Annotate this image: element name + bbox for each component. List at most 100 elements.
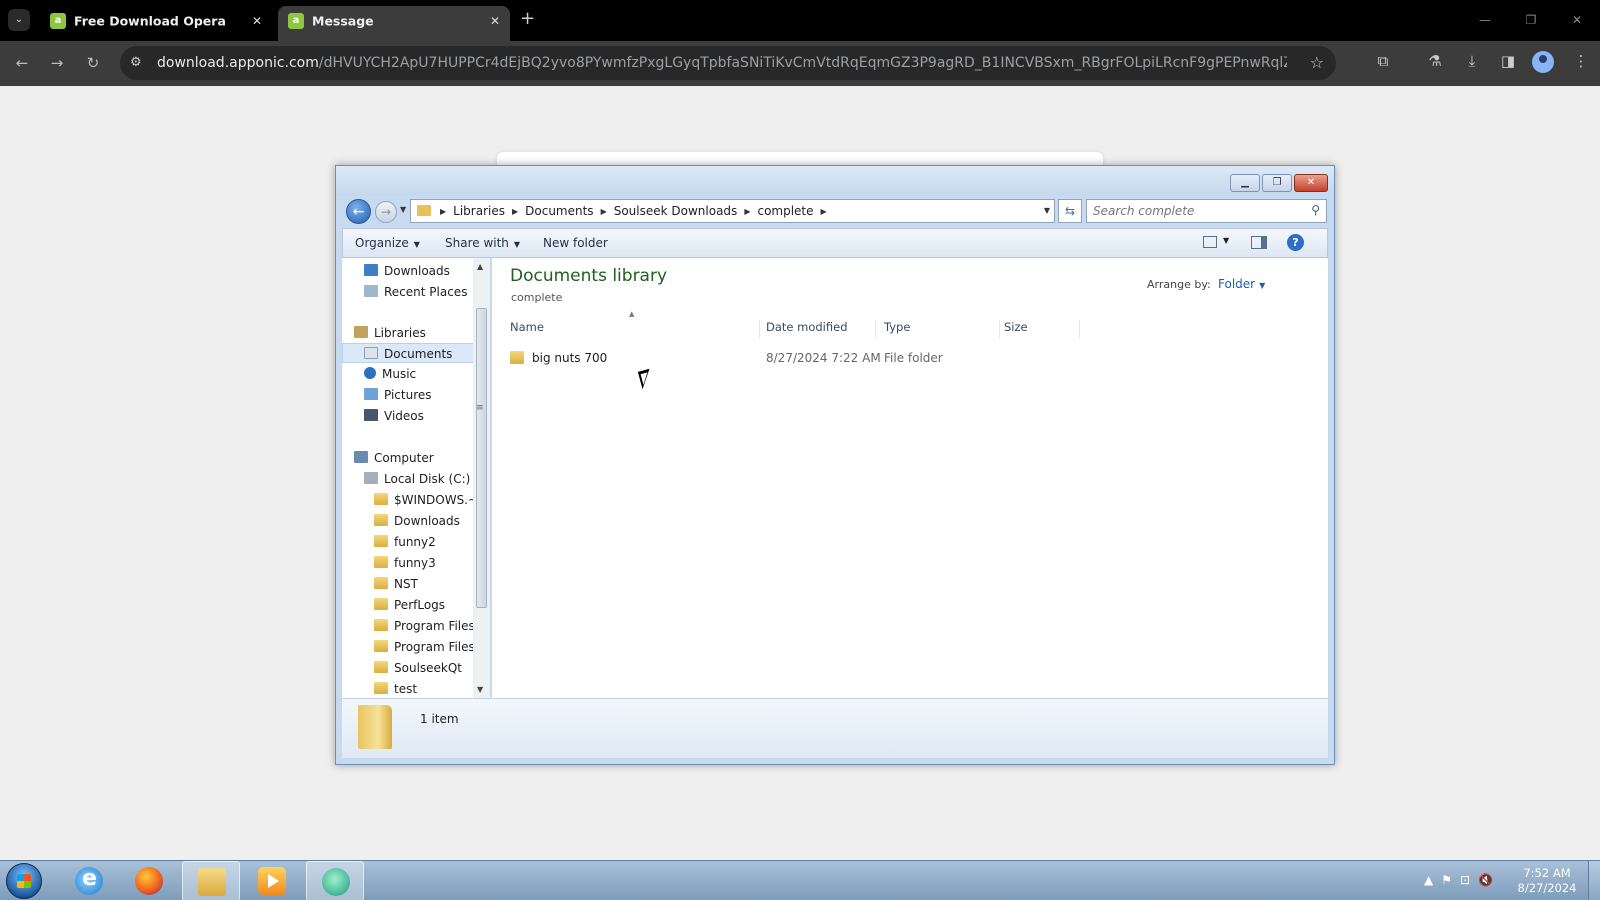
column-header-type[interactable]: Type (884, 320, 1000, 338)
browser-window-controls: — ❐ ✕ (1462, 0, 1600, 41)
explorer-address-bar[interactable]: ▶ Libraries ▶ Documents ▶ Soulseek Downloads ▶… (410, 199, 1055, 223)
scrollbar-thumb[interactable] (476, 308, 487, 608)
address-bar[interactable]: ⚙ download.apponic.com/dHVUYCH2ApU7HUPPC… (120, 46, 1336, 80)
explorer-close-button[interactable]: ✕ (1294, 174, 1328, 192)
share-with-button[interactable]: Share with ▼ (445, 229, 520, 259)
back-arrow-icon[interactable]: ← (11, 52, 33, 74)
explorer-forward-button[interactable]: → (375, 201, 397, 223)
nav-item-downloads[interactable]: Downloads (364, 261, 450, 281)
organize-button[interactable]: Organize ▼ (355, 229, 420, 259)
profile-avatar-icon[interactable] (1532, 51, 1554, 73)
nav-folder-item[interactable]: Program Files ( (374, 637, 483, 657)
url-text[interactable]: download.apponic.com/dHVUYCH2ApU7HUPPCr4… (157, 46, 1287, 80)
download-icon[interactable]: ⤓ (1461, 52, 1483, 70)
taskbar-soulseek[interactable] (306, 861, 364, 900)
help-icon[interactable]: ? (1287, 234, 1304, 251)
change-view-icon[interactable] (1203, 236, 1217, 248)
show-hidden-icons-icon[interactable]: ▲ (1424, 873, 1433, 887)
volume-muted-icon[interactable]: 🔇 (1478, 873, 1493, 887)
forward-arrow-icon[interactable]: → (46, 52, 68, 74)
address-history-dropdown-icon[interactable]: ▼ (1044, 200, 1050, 222)
labs-flask-icon[interactable]: ⚗ (1424, 52, 1446, 70)
search-icon[interactable]: ⚲ (1311, 203, 1320, 217)
breadcrumb-chevron-icon[interactable]: ▶ (821, 207, 827, 216)
recent-pages-chevron-icon[interactable]: ▼ (400, 205, 406, 214)
nav-folder-item[interactable]: test (374, 679, 417, 698)
action-center-flag-icon[interactable]: ⚑ (1441, 873, 1452, 887)
nav-folder-item[interactable]: NST (374, 574, 418, 594)
column-header-name[interactable]: Name (510, 320, 760, 338)
close-icon[interactable]: ✕ (1554, 0, 1600, 41)
site-info-icon[interactable]: ⚙ (130, 55, 142, 70)
nav-item-libraries[interactable]: Libraries (354, 323, 426, 343)
breadcrumb-documents[interactable]: Documents (525, 204, 593, 218)
breadcrumb-chevron-icon[interactable]: ▶ (744, 207, 750, 216)
breadcrumb-soulseek-downloads[interactable]: Soulseek Downloads (614, 204, 738, 218)
nav-folder-item[interactable]: funny2 (374, 532, 436, 552)
nav-item-computer[interactable]: Computer (354, 448, 434, 468)
breadcrumb-libraries[interactable]: Libraries (453, 204, 505, 218)
nav-item-local-disk[interactable]: Local Disk (C:) (364, 469, 470, 489)
bookmark-star-icon[interactable]: ☆ (1310, 53, 1324, 72)
taskbar-windows-explorer[interactable] (182, 861, 240, 900)
nav-item-pictures[interactable]: Pictures (364, 385, 432, 405)
scroll-down-icon[interactable]: ▼ (477, 685, 483, 694)
view-options-chevron-icon[interactable]: ▼ (1223, 236, 1229, 245)
file-type: File folder (884, 351, 943, 365)
nav-folder-item[interactable]: $WINDOWS.~B (374, 490, 486, 510)
share-with-label: Share with (445, 236, 509, 250)
breadcrumb-chevron-icon[interactable]: ▶ (512, 207, 518, 216)
explorer-titlebar[interactable]: ▁ ❐ ✕ (336, 166, 1334, 196)
nav-item-documents[interactable]: Documents (342, 343, 480, 363)
nav-item-recent-places[interactable]: Recent Places (364, 282, 467, 302)
nav-folder-item[interactable]: Program Files (374, 616, 475, 636)
nav-item-videos[interactable]: Videos (364, 406, 424, 426)
nav-item-label: Downloads (384, 264, 450, 278)
arrange-by-dropdown[interactable]: Folder ▼ (1218, 277, 1265, 291)
refresh-icon[interactable]: ⇆ (1058, 199, 1082, 223)
network-icon[interactable]: ⊡ (1460, 873, 1470, 887)
taskbar-clock[interactable]: 7:52 AM 8/27/2024 (1512, 866, 1582, 896)
preview-pane-icon[interactable] (1251, 236, 1267, 249)
browser-tab-message[interactable]: a Message ✕ (278, 6, 510, 41)
new-tab-button[interactable]: + (520, 8, 535, 29)
taskbar-internet-explorer[interactable] (60, 861, 118, 900)
explorer-back-button[interactable]: ← (346, 199, 371, 224)
nav-folder-item[interactable]: funny3 (374, 553, 436, 573)
column-header-date-modified[interactable]: Date modified (766, 320, 876, 338)
restore-icon[interactable]: ❐ (1508, 0, 1554, 41)
start-button[interactable] (6, 863, 42, 899)
extensions-icon[interactable]: ⧉ (1372, 52, 1394, 70)
nav-item-music[interactable]: Music (364, 364, 416, 384)
taskbar-media-player[interactable] (243, 861, 301, 900)
menu-kebab-icon[interactable]: ⋮ (1570, 52, 1592, 70)
explorer-maximize-button[interactable]: ❐ (1262, 174, 1292, 192)
item-count: 1 item (420, 712, 459, 726)
column-header-size[interactable]: Size (1004, 320, 1080, 338)
nav-pane-scrollbar[interactable]: ▲ ≡ ▼ (473, 258, 490, 698)
taskbar-firefox[interactable] (120, 861, 178, 900)
tab-close-icon[interactable]: ✕ (490, 6, 500, 36)
nav-item-label: Videos (384, 409, 424, 423)
minimize-icon[interactable]: — (1462, 0, 1508, 41)
side-panel-icon[interactable]: ◨ (1497, 52, 1519, 70)
file-list-pane: Documents library complete Arrange by: F… (492, 258, 1328, 698)
firefox-icon (135, 867, 163, 895)
browser-tab-opera[interactable]: aFree Download Opera Next ✕ (40, 6, 272, 59)
reload-icon[interactable]: ↻ (82, 52, 104, 74)
tab-search-button[interactable]: ⌄ (8, 9, 30, 31)
table-row[interactable]: big nuts 700 8/27/2024 7:22 AM File fold… (510, 348, 1070, 368)
scroll-up-icon[interactable]: ▲ (477, 262, 483, 271)
new-folder-button[interactable]: New folder (543, 229, 608, 257)
breadcrumb-complete[interactable]: complete (757, 204, 813, 218)
breadcrumb-chevron-icon[interactable]: ▶ (440, 207, 446, 216)
nav-item-label: funny2 (394, 535, 436, 549)
nav-folder-item[interactable]: Downloads (374, 511, 460, 531)
show-desktop-button[interactable] (1588, 861, 1600, 900)
explorer-minimize-button[interactable]: ▁ (1230, 174, 1260, 192)
tab-close-icon[interactable]: ✕ (252, 6, 262, 36)
nav-folder-item[interactable]: SoulseekQt (374, 658, 462, 678)
breadcrumb-chevron-icon[interactable]: ▶ (601, 207, 607, 216)
search-input[interactable] (1087, 200, 1297, 222)
nav-folder-item[interactable]: PerfLogs (374, 595, 445, 615)
